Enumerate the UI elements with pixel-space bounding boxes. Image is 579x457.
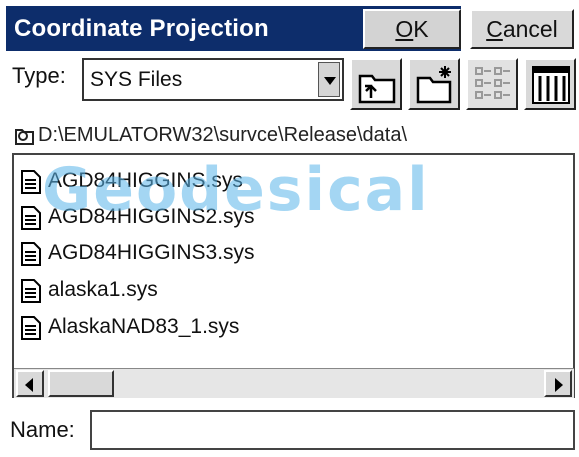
details-view-button[interactable] xyxy=(524,58,576,110)
file-type-dropdown[interactable]: SYS Files xyxy=(82,58,344,101)
details-view-icon xyxy=(532,66,570,104)
new-folder-button[interactable] xyxy=(408,58,460,110)
scroll-thumb[interactable] xyxy=(48,370,114,397)
list-view-icon xyxy=(475,67,510,99)
new-folder-icon xyxy=(416,66,452,104)
cancel-label-rest: ancel xyxy=(502,16,558,42)
file-name: AlaskaNAD83_1.sys xyxy=(48,315,240,338)
scroll-right-icon[interactable] xyxy=(544,370,572,397)
file-name: alaska1.sys xyxy=(48,278,158,301)
ok-accelerator: O xyxy=(395,16,414,42)
watermark: Geodesical xyxy=(42,155,430,225)
coordinate-projection-dialog: Coordinate Projection OK Cancel Type: SY… xyxy=(0,0,579,457)
name-label: Name: xyxy=(10,417,75,442)
path-text: D:\EMULATORW32\survce\Release\data\ xyxy=(38,124,408,146)
current-path: D:\EMULATORW32\survce\Release\data\ xyxy=(14,123,574,153)
document-icon xyxy=(21,316,41,340)
up-folder-button[interactable] xyxy=(350,58,402,110)
ok-label-rest: K xyxy=(413,16,429,42)
file-type-value: SYS Files xyxy=(90,68,183,91)
type-label: Type: xyxy=(12,63,66,88)
horizontal-scrollbar[interactable] xyxy=(14,368,574,398)
folder-open-icon xyxy=(15,129,34,145)
document-icon xyxy=(21,170,41,194)
file-name: AGD84HIGGINS3.sys xyxy=(48,241,255,264)
cancel-button[interactable]: Cancel xyxy=(470,9,574,49)
cancel-accelerator: C xyxy=(486,16,503,42)
document-icon xyxy=(21,206,41,230)
document-icon xyxy=(21,242,41,266)
scroll-left-icon[interactable] xyxy=(16,370,44,397)
file-name-input[interactable] xyxy=(90,410,575,450)
up-folder-icon xyxy=(358,74,396,104)
document-icon xyxy=(21,279,41,303)
chevron-down-icon[interactable] xyxy=(318,62,340,97)
list-view-button[interactable] xyxy=(466,58,518,110)
ok-button[interactable]: OK xyxy=(363,9,461,49)
